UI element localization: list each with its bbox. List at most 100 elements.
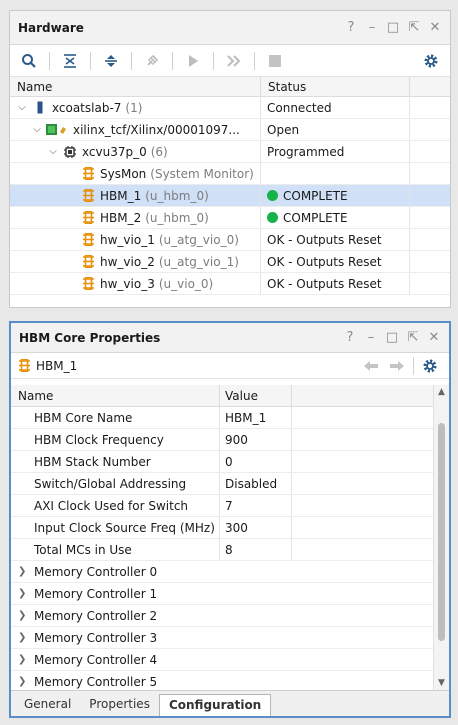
gear-icon[interactable] — [417, 354, 443, 378]
column-status-header[interactable]: Status — [261, 77, 410, 96]
properties-tab-bar: General Properties Configuration — [11, 690, 449, 716]
property-row[interactable]: HBM Clock Frequency 900 — [11, 429, 433, 451]
chevron-right-icon[interactable]: ❯ — [18, 671, 34, 691]
search-icon[interactable] — [16, 49, 42, 73]
status-text: Connected — [261, 97, 410, 118]
chevron-down-icon[interactable]: ⌵ — [47, 141, 59, 162]
chevron-down-icon[interactable]: ⌵ — [31, 119, 43, 140]
selected-object-bar: HBM_1 — [11, 353, 449, 379]
status-text: COMPLETE — [283, 210, 348, 225]
scroll-down-icon[interactable]: ▼ — [434, 676, 449, 690]
group-label: Memory Controller 3 — [34, 630, 158, 645]
minimize-icon[interactable]: – — [365, 20, 379, 35]
help-icon[interactable]: ? — [344, 20, 358, 35]
tab-configuration[interactable]: Configuration — [158, 694, 272, 716]
tree-suffix: (u_hbm_0) — [145, 188, 209, 203]
auto-connect-icon[interactable] — [139, 49, 165, 73]
tree-row-server[interactable]: ⌵ xcoatslab-7 (1) Connected — [10, 97, 450, 119]
help-icon[interactable]: ? — [343, 330, 357, 345]
tab-general[interactable]: General — [15, 694, 80, 716]
close-icon[interactable]: ✕ — [428, 20, 442, 35]
status-text: OK - Outputs Reset — [261, 229, 410, 250]
tree-row-target[interactable]: ⌵ xilinx_tcf/Xilinx/00001097... Open — [10, 119, 450, 141]
tree-label: hw_vio_1 — [100, 232, 155, 247]
tree-row-device[interactable]: ⌵ xcvu37p_0 (6) Programmed — [10, 141, 450, 163]
close-icon[interactable]: ✕ — [427, 330, 441, 345]
expand-all-icon[interactable] — [98, 49, 124, 73]
tree-label: SysMon — [100, 166, 147, 181]
memory-controller-group[interactable]: ❯ Memory Controller 5 — [11, 671, 433, 690]
chevron-right-icon[interactable]: ❯ — [18, 561, 34, 583]
property-value[interactable]: HBM_1 — [220, 407, 292, 428]
property-value[interactable]: 0 — [220, 451, 292, 472]
stop-icon[interactable] — [262, 49, 288, 73]
tree-label: xcoatslab-7 — [52, 100, 122, 115]
hardware-panel: Hardware ? – □ ⇱ ✕ Name Status ⌵ xcoatsl… — [9, 10, 451, 308]
hardware-titlebar: Hardware ? – □ ⇱ ✕ — [10, 11, 450, 45]
property-row[interactable]: Switch/Global Addressing Disabled — [11, 473, 433, 495]
properties-table-header: Name Value — [11, 385, 433, 407]
chevron-right-icon[interactable]: ❯ — [18, 627, 34, 649]
memory-controller-group[interactable]: ❯ Memory Controller 2 — [11, 605, 433, 627]
property-value[interactable]: 300 — [220, 517, 292, 538]
status-text: Open — [261, 119, 410, 140]
forward-arrow-icon[interactable] — [384, 354, 410, 378]
maximize-icon[interactable]: □ — [386, 20, 400, 35]
hardware-title: Hardware — [18, 20, 84, 35]
property-row[interactable]: Input Clock Source Freq (MHz) 300 — [11, 517, 433, 539]
group-label: Memory Controller 0 — [34, 564, 158, 579]
property-row[interactable]: AXI Clock Used for Switch 7 — [11, 495, 433, 517]
hbm-titlebar: HBM Core Properties ? – □ ⇱ ✕ — [11, 323, 449, 353]
column-value-header[interactable]: Value — [220, 385, 292, 406]
chip-icon — [63, 145, 77, 159]
tree-row-sysmon[interactable]: SysMon (System Monitor) — [10, 163, 450, 185]
property-value[interactable]: Disabled — [220, 473, 292, 494]
maximize-icon[interactable]: □ — [385, 330, 399, 345]
debug-core-icon — [81, 211, 95, 225]
memory-controller-group[interactable]: ❯ Memory Controller 0 — [11, 561, 433, 583]
property-row[interactable]: HBM Stack Number 0 — [11, 451, 433, 473]
property-row[interactable]: HBM Core Name HBM_1 — [11, 407, 433, 429]
chevron-right-icon[interactable]: ❯ — [18, 583, 34, 605]
hardware-toolbar — [10, 45, 450, 77]
property-name: Switch/Global Addressing — [11, 473, 220, 494]
tree-row-hbm-1[interactable]: HBM_1 (u_hbm_0) COMPLETE — [10, 185, 450, 207]
scroll-thumb[interactable] — [438, 423, 445, 641]
server-icon — [33, 101, 47, 115]
property-value[interactable]: 900 — [220, 429, 292, 450]
hbm-core-properties-panel: HBM Core Properties ? – □ ⇱ ✕ HBM_1 Name… — [9, 321, 451, 718]
back-arrow-icon[interactable] — [358, 354, 384, 378]
memory-controller-group[interactable]: ❯ Memory Controller 3 — [11, 627, 433, 649]
tree-suffix: (u_hbm_0) — [145, 210, 209, 225]
float-icon[interactable]: ⇱ — [406, 330, 420, 345]
tree-row-vio-2[interactable]: hw_vio_2 (u_atg_vio_1) OK - Outputs Rese… — [10, 251, 450, 273]
gear-icon[interactable] — [418, 49, 444, 73]
vertical-scrollbar[interactable]: ▲ ▼ — [433, 385, 449, 690]
scroll-up-icon[interactable]: ▲ — [434, 385, 449, 399]
tree-row-vio-3[interactable]: hw_vio_3 (u_vio_0) OK - Outputs Reset — [10, 273, 450, 295]
property-value[interactable]: 7 — [220, 495, 292, 516]
chevron-right-icon[interactable]: ❯ — [18, 605, 34, 627]
memory-controller-group[interactable]: ❯ Memory Controller 4 — [11, 649, 433, 671]
tree-row-vio-1[interactable]: hw_vio_1 (u_atg_vio_0) OK - Outputs Rese… — [10, 229, 450, 251]
tree-row-hbm-2[interactable]: HBM_2 (u_hbm_0) COMPLETE — [10, 207, 450, 229]
float-icon[interactable]: ⇱ — [407, 20, 421, 35]
collapse-all-icon[interactable] — [57, 49, 83, 73]
memory-controller-group[interactable]: ❯ Memory Controller 1 — [11, 583, 433, 605]
property-row[interactable]: Total MCs in Use 8 — [11, 539, 433, 561]
group-label: Memory Controller 2 — [34, 608, 158, 623]
chevron-right-icon[interactable]: ❯ — [18, 649, 34, 671]
run-all-icon[interactable] — [221, 49, 247, 73]
tree-label: HBM_1 — [100, 188, 142, 203]
property-name: HBM Stack Number — [11, 451, 220, 472]
tab-properties[interactable]: Properties — [80, 694, 159, 716]
minimize-icon[interactable]: – — [364, 330, 378, 345]
property-name: HBM Clock Frequency — [11, 429, 220, 450]
tree-label: xcvu37p_0 — [82, 144, 147, 159]
chevron-down-icon[interactable]: ⌵ — [16, 97, 28, 118]
column-name-header[interactable]: Name — [11, 385, 220, 406]
run-icon[interactable] — [180, 49, 206, 73]
column-name-header[interactable]: Name — [10, 77, 261, 96]
tree-label: xilinx_tcf/Xilinx/00001097... — [73, 122, 240, 137]
property-value[interactable]: 8 — [220, 539, 292, 560]
